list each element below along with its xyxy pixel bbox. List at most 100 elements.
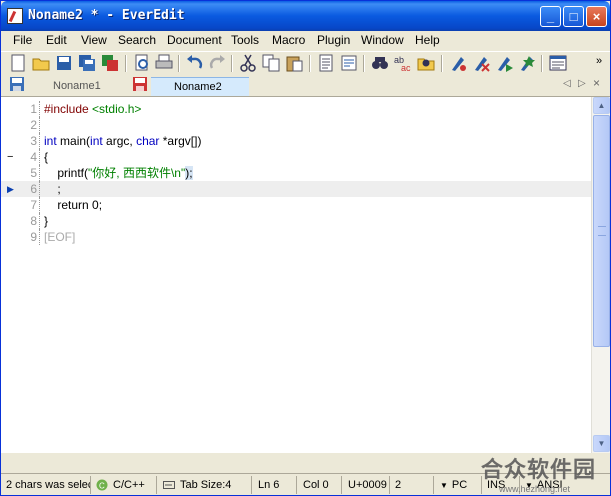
status-language[interactable]: C C/C++ [93,476,157,494]
tab-noname1[interactable]: Noname1 [27,77,127,96]
tab-close-button[interactable]: × [593,76,600,90]
toolbar-separator [309,55,311,72]
status-eol-label: PC [451,479,468,491]
tab-noname2[interactable]: Noname2 [151,77,249,96]
code-token: } [44,214,49,228]
tab-prev-button[interactable]: ◁ [563,78,571,89]
print-icon[interactable] [155,54,173,72]
maximize-button[interactable]: □ [563,6,584,27]
replace-icon[interactable]: ab ac [394,54,412,73]
macro-stop-icon[interactable] [472,54,490,72]
code-line[interactable]: 8} [1,213,591,229]
status-line: Ln 6 [255,476,297,494]
minimize-button[interactable]: _ [540,6,561,27]
menu-help[interactable]: Help [415,33,440,47]
paste-icon[interactable] [285,54,303,72]
macro-play-icon[interactable] [495,54,513,72]
undo-icon[interactable] [186,54,204,72]
app-icon[interactable] [7,8,23,24]
status-eol[interactable]: ▼ PC [437,476,482,494]
fold-guide [39,181,40,197]
status-tab-size[interactable]: Tab Size:4 [160,476,252,494]
line-number: 9 [30,230,37,244]
code-line[interactable]: ▶ 6 ; [1,181,591,197]
code-line[interactable]: 1 #include <stdio.h> [1,101,591,117]
line-number: 8 [30,214,37,228]
toolbar-separator [363,55,365,72]
code-token: int [90,134,103,148]
options-icon[interactable] [340,54,358,72]
tab-next-button[interactable]: ▷ [578,78,586,89]
tab-label: Noname2 [174,81,222,93]
macro-record-icon[interactable] [449,54,467,72]
toolbar-separator [125,55,127,72]
print-preview-icon[interactable] [133,54,151,72]
save-icon[interactable] [9,76,25,92]
line-number: 3 [30,134,37,148]
window-icon[interactable] [549,54,567,72]
status-count: 2 [392,476,434,494]
fold-guide [39,229,40,245]
menu-document[interactable]: Document [167,33,222,47]
dropdown-arrow-icon: ▼ [440,481,448,490]
code-text: [EOF] [44,229,75,245]
macro-run-icon[interactable] [518,54,536,72]
cut-icon[interactable] [239,54,257,72]
code-text: int main(int argc, char *argv[]) [44,133,201,149]
code-token: *argv[]) [159,134,202,148]
toolbar-overflow-button[interactable]: » [596,55,602,67]
menu-file[interactable]: File [13,33,32,47]
menu-window[interactable]: Window [361,33,404,47]
caret-marker-icon[interactable]: ▶ [7,181,14,197]
fold-marker-icon[interactable]: − [7,149,13,165]
vertical-scrollbar[interactable]: ▲ ▼ [591,97,610,453]
main-window: Noname2 * - EverEdit _ □ × File Edit View S… [0,0,611,496]
code-line[interactable]: 3 int main(int argc, char *argv[]) [1,133,591,149]
find-icon[interactable] [371,54,389,72]
code-line[interactable]: − 4 { [1,149,591,165]
document-icon[interactable] [317,54,335,72]
menu-search[interactable]: Search [118,33,156,47]
menu-plugin[interactable]: Plugin [317,33,350,47]
redo-icon[interactable] [208,54,226,72]
open-folder-icon[interactable] [32,54,50,72]
save-all-icon[interactable] [78,54,96,72]
line-number: 6 [30,182,37,196]
menu-tools[interactable]: Tools [231,33,259,47]
code-token: ; [44,182,61,196]
scroll-down-button[interactable]: ▼ [593,435,610,452]
code-text: return 0; [44,197,102,213]
code-text: ; [44,181,61,197]
menu-bar: File Edit View Search Document Tools Macro Plug… [1,31,610,50]
save-icon[interactable] [55,54,73,72]
status-unicode: U+0009 [345,476,390,494]
code-text: printf("你好, 西西软件\n"); [44,165,193,181]
code-token: char [136,134,160,148]
code-token: "你好, 西西软件\n" [88,166,186,180]
new-file-icon[interactable] [9,54,27,72]
code-line[interactable]: 9 [EOF] [1,229,591,245]
svg-text:C: C [99,482,105,491]
code-line[interactable]: 7 return 0; [1,197,591,213]
code-line[interactable]: 2 [1,117,591,133]
scroll-thumb[interactable] [593,115,610,347]
copy-window-icon[interactable] [101,54,119,72]
tab-size-icon [163,479,175,491]
scroll-up-button[interactable]: ▲ [593,97,610,114]
find-in-files-icon[interactable] [417,54,435,72]
code-token: { [44,150,49,164]
toolbar-separator [231,55,233,72]
copy-icon[interactable] [262,54,280,72]
save-icon[interactable] [132,76,148,92]
watermark-logo: 合众软件园 [481,458,597,483]
tab-bar: Noname1 Noname2 ◁ ▷ × [1,75,610,97]
menu-edit[interactable]: Edit [46,33,67,47]
title-bar[interactable]: Noname2 * - EverEdit _ □ × [1,1,610,31]
close-button[interactable]: × [586,6,607,27]
language-icon: C [96,479,108,491]
line-number: 4 [30,150,37,164]
menu-view[interactable]: View [81,33,107,47]
code-line[interactable]: 5 printf("你好, 西西软件\n"); [1,165,591,181]
menu-macro[interactable]: Macro [272,33,305,47]
code-editor[interactable]: 1 #include <stdio.h> 2 3 int main(int argc, … [1,97,591,453]
